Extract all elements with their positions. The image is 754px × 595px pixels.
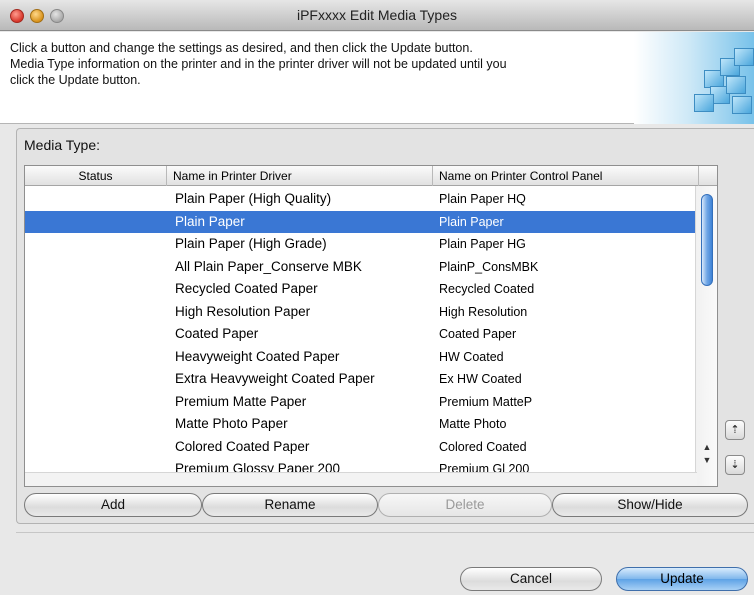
driver-name-cell: Recycled Coated Paper xyxy=(175,281,318,296)
zoom-window-button[interactable] xyxy=(50,9,64,23)
column-header-panel-name[interactable]: Name on Printer Control Panel xyxy=(433,166,699,186)
media-type-table[interactable]: Status Name in Printer Driver Name on Pr… xyxy=(24,165,718,487)
close-window-button[interactable] xyxy=(10,9,24,23)
update-button[interactable]: Update xyxy=(616,567,748,591)
window-title: iPFxxxx Edit Media Types xyxy=(296,7,458,23)
table-row[interactable]: Colored Coated Paper Colored Coated xyxy=(25,436,697,459)
footer-divider xyxy=(16,532,754,533)
table-row[interactable]: All Plain Paper_Conserve MBK PlainP_Cons… xyxy=(25,256,697,279)
vertical-scrollbar[interactable]: ▲ ▼ xyxy=(695,186,717,486)
panel-name-cell: Colored Coated xyxy=(439,439,527,454)
table-row[interactable]: Extra Heavyweight Coated Paper Ex HW Coa… xyxy=(25,368,697,391)
scrollbar-thumb[interactable] xyxy=(701,194,713,286)
panel-name-cell: HW Coated xyxy=(439,349,504,364)
scroll-up-arrow-icon[interactable]: ▲ xyxy=(696,441,717,453)
add-button[interactable]: Add xyxy=(24,493,202,517)
column-header-driver-name[interactable]: Name in Printer Driver xyxy=(167,166,433,186)
instruction-line-1: Click a button and change the settings a… xyxy=(10,41,473,55)
panel-name-cell: Premium MatteP xyxy=(439,394,533,409)
table-header: Status Name in Printer Driver Name on Pr… xyxy=(25,166,717,186)
panel-name-cell: Plain Paper xyxy=(439,214,504,229)
table-row[interactable]: Plain Paper (High Quality) Plain Paper H… xyxy=(25,188,697,211)
panel-name-cell: Plain Paper HG xyxy=(439,237,526,251)
panel-name-cell: High Resolution xyxy=(439,304,528,319)
driver-name-cell: Coated Paper xyxy=(175,326,259,341)
instruction-text: Click a button and change the settings a… xyxy=(10,40,650,88)
table-row[interactable]: Premium Matte Paper Premium MatteP xyxy=(25,391,697,414)
driver-name-cell: Premium Matte Paper xyxy=(175,393,307,409)
table-row-selected[interactable]: Plain Paper Plain Paper xyxy=(25,210,697,233)
move-up-button[interactable]: ⇡ xyxy=(725,420,745,440)
media-type-label: Media Type: xyxy=(24,137,101,153)
instruction-banner: Click a button and change the settings a… xyxy=(0,32,754,124)
table-row[interactable]: Heavyweight Coated Paper HW Coated xyxy=(25,346,697,369)
instruction-line-2: Media Type information on the printer an… xyxy=(10,57,507,71)
panel-name-cell: PlainP_ConsMBK xyxy=(439,259,539,274)
driver-name-cell: High Resolution Paper xyxy=(175,303,311,319)
table-row[interactable]: Coated Paper Coated Paper xyxy=(25,323,697,346)
driver-name-cell: Matte Photo Paper xyxy=(175,416,288,431)
scroll-down-arrow-icon[interactable]: ▼ xyxy=(696,454,717,466)
title-bar: iPFxxxx Edit Media Types xyxy=(0,0,754,31)
panel-name-cell: Recycled Coated xyxy=(439,282,535,296)
panel-name-cell: Plain Paper HQ xyxy=(439,192,526,206)
horizontal-scrollbar[interactable] xyxy=(25,472,697,486)
table-row[interactable]: Matte Photo Paper Matte Photo xyxy=(25,413,697,436)
panel-name-cell: Coated Paper xyxy=(439,327,517,341)
show-hide-button[interactable]: Show/Hide xyxy=(552,493,748,517)
driver-name-cell: Plain Paper (High Quality) xyxy=(175,191,332,206)
cancel-button[interactable]: Cancel xyxy=(460,567,602,591)
delete-button[interactable]: Delete xyxy=(378,493,552,517)
column-header-status[interactable]: Status xyxy=(25,166,167,186)
move-down-icon: ⇣ xyxy=(730,459,740,471)
driver-name-cell: Extra Heavyweight Coated Paper xyxy=(175,371,375,386)
table-row[interactable]: High Resolution Paper High Resolution xyxy=(25,301,697,324)
move-down-button[interactable]: ⇣ xyxy=(725,455,745,475)
instruction-line-3: click the Update button. xyxy=(10,73,141,87)
panel-name-cell: Matte Photo xyxy=(439,417,507,431)
rename-button[interactable]: Rename xyxy=(202,493,378,517)
driver-name-cell: Plain Paper (High Grade) xyxy=(175,236,327,251)
driver-name-cell: Colored Coated Paper xyxy=(175,438,310,454)
table-row[interactable]: Recycled Coated Paper Recycled Coated xyxy=(25,278,697,301)
panel-name-cell: Ex HW Coated xyxy=(439,372,522,386)
driver-name-cell: Plain Paper xyxy=(175,213,245,229)
move-up-icon: ⇡ xyxy=(730,424,740,436)
table-row[interactable]: Plain Paper (High Grade) Plain Paper HG xyxy=(25,233,697,256)
driver-name-cell: Heavyweight Coated Paper xyxy=(175,348,340,364)
media-stack-illustration xyxy=(634,32,754,124)
minimize-window-button[interactable] xyxy=(30,9,44,23)
driver-name-cell: All Plain Paper_Conserve MBK xyxy=(175,258,362,274)
